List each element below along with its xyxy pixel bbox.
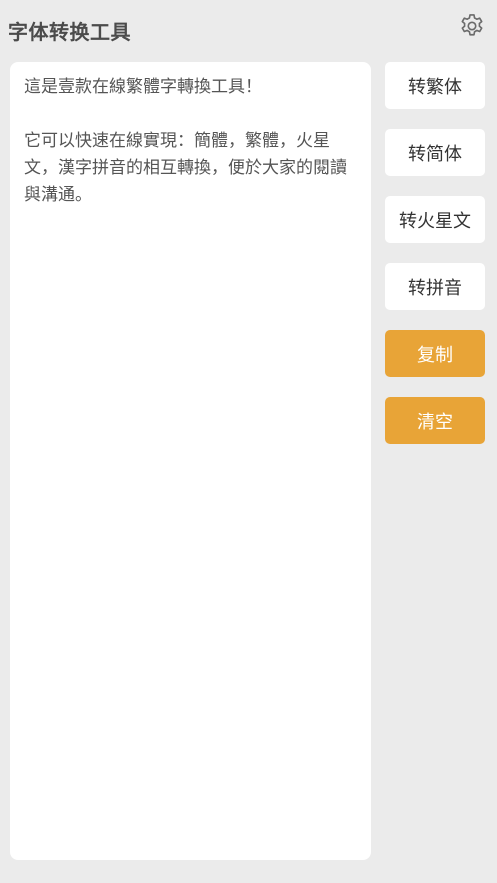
- to-traditional-button[interactable]: 转繁体: [385, 62, 485, 109]
- page-title: 字体转换工具: [8, 20, 131, 44]
- copy-button[interactable]: 复制: [385, 330, 485, 377]
- to-martian-button[interactable]: 转火星文: [385, 196, 485, 243]
- to-pinyin-button[interactable]: 转拼音: [385, 263, 485, 310]
- gear-icon: [458, 12, 486, 44]
- clear-button[interactable]: 清空: [385, 397, 485, 444]
- to-simplified-button[interactable]: 转简体: [385, 129, 485, 176]
- settings-button[interactable]: [457, 13, 487, 43]
- action-panel: 转繁体 转简体 转火星文 转拼音 复制 清空: [385, 62, 485, 464]
- text-editor[interactable]: 這是壹款在線繁體字轉換工具！ 它可以快速在線實現：簡體，繁體，火星文，漢字拼音的…: [10, 62, 371, 860]
